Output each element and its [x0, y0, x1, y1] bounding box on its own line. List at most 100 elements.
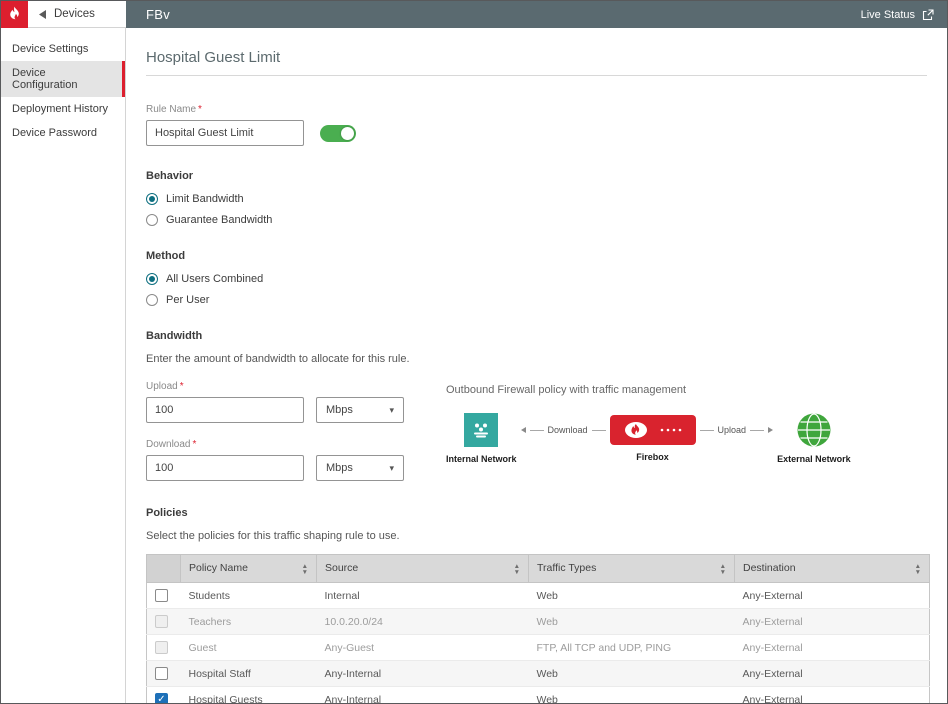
radio-button[interactable]	[146, 214, 158, 226]
devices-nav-header[interactable]: Devices	[28, 1, 126, 28]
radio-option-limit-bandwidth[interactable]: Limit Bandwidth	[146, 193, 927, 205]
upload-link-label: Upload	[718, 425, 747, 435]
column-header-destination[interactable]: Destination▲▼	[735, 555, 930, 583]
bandwidth-section-label: Bandwidth	[146, 330, 927, 342]
radio-button[interactable]	[146, 193, 158, 205]
diagram-title: Outbound Firewall policy with traffic ma…	[446, 384, 851, 396]
cell-destination: Any-External	[735, 583, 930, 609]
download-unit-value: Mbps	[326, 462, 353, 474]
download-link-label: Download	[548, 425, 588, 435]
bandwidth-inputs: Upload* Mbps ▾ Download*	[146, 381, 404, 497]
internal-network-label: Internal Network	[446, 454, 517, 464]
row-checkbox	[155, 641, 168, 654]
page-title: Hospital Guest Limit	[146, 49, 927, 76]
download-unit-select[interactable]: Mbps ▾	[316, 455, 404, 481]
upload-unit-select[interactable]: Mbps ▾	[316, 397, 404, 423]
sidebar-item-device-password[interactable]: Device Password	[1, 121, 125, 145]
upload-label: Upload*	[146, 381, 404, 392]
row-checkbox[interactable]	[155, 589, 168, 602]
table-row: Hospital StaffAny-InternalWebAny-Externa…	[147, 661, 930, 687]
watchguard-logo	[1, 1, 28, 28]
rule-name-input[interactable]	[146, 120, 304, 146]
sidebar-item-device-configuration[interactable]: Device Configuration	[1, 61, 125, 97]
row-checkbox[interactable]: ✓	[155, 693, 168, 703]
sort-arrows-icon[interactable]: ▲▼	[720, 564, 726, 575]
device-title: FBv	[146, 7, 170, 22]
top-bar-main: FBv Live Status	[126, 1, 947, 28]
external-network-label: External Network	[777, 454, 851, 464]
radio-option-all-users-combined[interactable]: All Users Combined	[146, 273, 927, 285]
firebox-icon	[622, 421, 684, 439]
firebox-node: Firebox	[610, 413, 696, 462]
policies-table: Policy Name▲▼Source▲▼Traffic Types▲▼Dest…	[146, 554, 930, 703]
column-header-traffic-types[interactable]: Traffic Types▲▼	[529, 555, 735, 583]
sidebar: Device SettingsDevice ConfigurationDeplo…	[1, 28, 126, 703]
cell-policy-name: Hospital Guests	[181, 687, 317, 704]
radio-label: All Users Combined	[166, 273, 263, 285]
row-checkbox	[155, 615, 168, 628]
download-input[interactable]	[146, 455, 304, 481]
table-row: StudentsInternalWebAny-External	[147, 583, 930, 609]
column-header-source[interactable]: Source▲▼	[317, 555, 529, 583]
cell-policy-name: Guest	[181, 635, 317, 661]
required-asterisk: *	[192, 439, 196, 450]
radio-option-guarantee-bandwidth[interactable]: Guarantee Bandwidth	[146, 214, 927, 226]
internal-network-node: Internal Network	[446, 413, 517, 464]
devices-header-label: Devices	[54, 8, 95, 20]
column-header-policy-name[interactable]: Policy Name▲▼	[181, 555, 317, 583]
radio-button[interactable]	[146, 273, 158, 285]
cell-source: Any-Internal	[317, 661, 529, 687]
upload-input[interactable]	[146, 397, 304, 423]
sidebar-item-device-settings[interactable]: Device Settings	[1, 37, 125, 61]
sort-arrows-icon[interactable]: ▲▼	[514, 564, 520, 575]
chevron-down-icon: ▾	[389, 463, 394, 474]
cell-source: 10.0.20.0/24	[317, 609, 529, 635]
cell-traffic-types: FTP, All TCP and UDP, PING	[529, 635, 735, 661]
cell-policy-name: Teachers	[181, 609, 317, 635]
radio-label: Limit Bandwidth	[166, 193, 244, 205]
behavior-radio-group: Limit Bandwidth Guarantee Bandwidth	[146, 193, 927, 226]
cell-source: Internal	[317, 583, 529, 609]
chevron-down-icon: ▾	[389, 405, 394, 416]
rule-name-label: Rule Name*	[146, 104, 927, 115]
upload-unit-value: Mbps	[326, 404, 353, 416]
behavior-section-label: Behavior	[146, 170, 927, 182]
sort-arrows-icon[interactable]: ▲▼	[302, 564, 308, 575]
required-asterisk: *	[180, 381, 184, 392]
table-row: Teachers10.0.20.0/24WebAny-External	[147, 609, 930, 635]
bandwidth-description: Enter the amount of bandwidth to allocat…	[146, 353, 927, 365]
cell-policy-name: Hospital Staff	[181, 661, 317, 687]
rule-enabled-toggle[interactable]	[320, 125, 356, 142]
required-asterisk: *	[198, 104, 202, 115]
traffic-diagram: Outbound Firewall policy with traffic ma…	[446, 384, 851, 464]
cell-traffic-types: Web	[529, 661, 735, 687]
arrow-right-icon	[768, 427, 773, 433]
top-bar: Devices FBv Live Status	[1, 1, 947, 28]
cell-destination: Any-External	[735, 635, 930, 661]
cell-destination: Any-External	[735, 609, 930, 635]
row-checkbox[interactable]	[155, 667, 168, 680]
sort-arrows-icon[interactable]: ▲▼	[915, 564, 921, 575]
upload-field: Upload* Mbps ▾	[146, 381, 404, 423]
firebox-label: Firebox	[636, 452, 669, 462]
cell-traffic-types: Web	[529, 609, 735, 635]
download-link: Download	[521, 413, 606, 447]
sidebar-item-deployment-history[interactable]: Deployment History	[1, 97, 125, 121]
live-status-button[interactable]: Live Status	[861, 9, 934, 21]
chevron-left-icon	[39, 10, 46, 19]
external-link-icon	[922, 9, 934, 21]
live-status-label: Live Status	[861, 9, 915, 21]
radio-button[interactable]	[146, 294, 158, 306]
cell-destination: Any-External	[735, 661, 930, 687]
cell-source: Any-Internal	[317, 687, 529, 704]
upload-link: Upload	[700, 413, 774, 447]
arrow-left-icon	[521, 427, 526, 433]
cell-traffic-types: Web	[529, 687, 735, 704]
watchguard-flame-icon	[5, 5, 24, 24]
cell-policy-name: Students	[181, 583, 317, 609]
cell-traffic-types: Web	[529, 583, 735, 609]
policies-section-label: Policies	[146, 507, 927, 519]
rule-name-section: Rule Name*	[146, 104, 927, 146]
globe-icon	[797, 413, 831, 447]
radio-option-per-user[interactable]: Per User	[146, 294, 927, 306]
